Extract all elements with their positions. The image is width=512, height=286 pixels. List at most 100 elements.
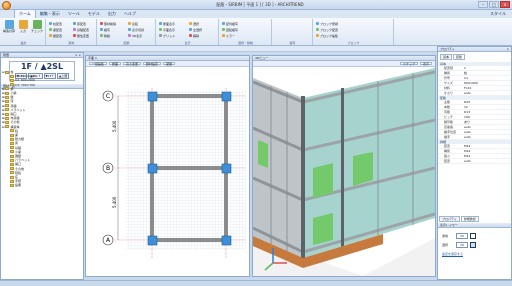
ribbon-item[interactable]: 床配置 <box>73 21 86 26</box>
ribbon-item[interactable]: 3D表示 <box>128 33 142 38</box>
bottom-tab[interactable]: 詳細確認 <box>460 216 479 222</box>
maximize-icon[interactable]: □ <box>489 1 499 8</box>
folder-icon <box>5 87 10 91</box>
tab-output[interactable]: 出力 <box>104 10 120 18</box>
folder-icon <box>5 91 10 95</box>
tab-tools[interactable]: ツール <box>64 10 84 18</box>
plan-tool-button[interactable]: 部材設定 <box>143 62 162 66</box>
ribbon-item[interactable]: 部材削除 <box>100 21 116 26</box>
grid-axis-label: C <box>106 93 110 100</box>
wall-icon <box>49 34 52 37</box>
structure-calc-button[interactable]: 構造計算 <box>3 20 15 36</box>
properties-tab[interactable]: 基本 <box>440 54 453 60</box>
section-icon <box>159 22 162 25</box>
ribbon-item[interactable]: 配列複写 <box>222 21 238 26</box>
layer-controls: 通常 70 選択 70 設定を保存する <box>442 233 506 256</box>
ribbon-item[interactable]: 反転 <box>128 21 138 26</box>
title-bar: 配筋 - SIRBIM [ 平面 1 ] [ 3D ] - ARCHITREND… <box>0 0 512 10</box>
3d-view[interactable]: 3Dビュー スナップ 表示 <box>252 55 436 277</box>
folder-icon <box>5 112 10 116</box>
property-row[interactable]: 配置 auto <box>438 159 511 164</box>
plan-tool-button[interactable]: 配筋 <box>163 62 176 66</box>
ribbon-item[interactable]: 表示切替 <box>128 27 144 32</box>
ribbon-item[interactable]: 移動 <box>100 33 110 38</box>
folder-icon <box>10 171 14 175</box>
ribbon-item[interactable]: 解除 <box>189 33 199 38</box>
beam-icon <box>49 28 52 31</box>
ribbon-group-block: ブロック登録 ブロック配置 ブロック編集 ブロック <box>314 19 394 45</box>
delete-icon <box>100 22 103 25</box>
3d-tool-button[interactable]: スナップ <box>399 62 418 66</box>
tab-help[interactable]: ヘルプ <box>120 10 140 18</box>
plan-tool-button[interactable]: 高さ変更 <box>123 62 142 66</box>
select-icon <box>189 22 192 25</box>
folder-icon <box>5 104 10 108</box>
ribbon-item[interactable]: 属性変更 <box>73 33 89 38</box>
folder-icon <box>10 167 14 171</box>
folder-icon <box>5 108 10 112</box>
input-button[interactable]: 入力 <box>17 20 29 36</box>
ribbon-item[interactable]: ブロック編集 <box>316 33 338 38</box>
minimize-icon[interactable]: – <box>478 1 488 8</box>
3d-model <box>253 68 435 276</box>
floor-icon <box>73 22 76 25</box>
folder-icon <box>10 83 14 87</box>
move-icon <box>100 34 103 37</box>
folder-icon <box>10 179 14 183</box>
close-icon[interactable]: × <box>506 47 509 52</box>
bottom-tab[interactable]: プロパティ <box>439 216 460 222</box>
tab-edit-view[interactable]: 編集・表示 <box>36 10 64 18</box>
ribbon-item[interactable]: 壁配置 <box>49 33 62 38</box>
plan-drawing: C B A 5,400 5,400 <box>102 88 246 258</box>
ribbon-item[interactable]: 基礎配置 <box>73 27 89 32</box>
block-edit-icon <box>316 34 319 37</box>
tab-home[interactable]: ホーム <box>14 9 36 18</box>
plan-toolbar: 一括編集 断面 高さ変更 部材設定 配筋 <box>86 61 249 67</box>
floor-nav-button[interactable]: ▼1F↑ <box>43 73 56 79</box>
ribbon: 構造計算 入力 チェック 設計 柱配置 梁配置 壁配置 床配置 基礎配置 属性変… <box>0 18 512 46</box>
floor-panel-header: 階層 × × <box>1 53 83 58</box>
ribbon-item[interactable]: 平面表示 <box>159 27 175 32</box>
folder-icon <box>10 78 14 82</box>
column-icon <box>49 22 52 25</box>
plan-tool-button[interactable]: 一括編集 <box>89 62 108 66</box>
ribbon-item[interactable]: 回転複写 <box>222 27 238 32</box>
properties-tabs: 基本 配筋 <box>438 52 511 62</box>
style-menu[interactable]: スタイル <box>490 11 506 17</box>
ribbon-item[interactable]: 断面表示 <box>159 21 175 26</box>
grid-icon <box>159 34 162 37</box>
folder-icon <box>5 99 10 103</box>
ribbon-item[interactable]: グリッド <box>159 33 175 38</box>
properties-tab[interactable]: 配筋 <box>453 54 466 60</box>
folder-icon <box>10 150 14 154</box>
ribbon-item[interactable]: 梁配置 <box>49 27 62 32</box>
layer-icon[interactable] <box>469 233 476 239</box>
folder-icon <box>5 95 10 99</box>
ribbon-item[interactable]: ブロック登録 <box>316 21 338 26</box>
application-menu-button[interactable] <box>2 1 11 10</box>
layer-icon[interactable] <box>469 242 476 248</box>
ribbon-group-copy: 複写 <box>273 19 313 45</box>
ribbon-item[interactable]: ブロック配置 <box>316 27 338 32</box>
save-settings-link[interactable]: 設定を保存する <box>442 252 506 256</box>
plan-tool-button[interactable]: 断面 <box>109 62 122 66</box>
3d-tool-button[interactable]: 表示 <box>419 62 432 66</box>
folder-icon <box>10 129 14 133</box>
plan-view[interactable]: 平面 1 一括編集 断面 高さ変更 部材設定 配筋 C B A 5,400 5,… <box>85 55 250 277</box>
pin-icon[interactable]: × × <box>75 53 81 58</box>
tree-item[interactable]: 設備 <box>2 183 35 187</box>
plan-icon <box>159 28 162 31</box>
ribbon-item[interactable]: 選択 <box>189 21 199 26</box>
ribbon-item[interactable]: 全選択 <box>189 27 202 32</box>
opacity-input[interactable]: 70 <box>456 242 468 248</box>
check-button[interactable]: チェック <box>31 20 43 36</box>
close-icon[interactable]: × <box>500 1 510 8</box>
dimension-label: 5,400 <box>112 196 117 208</box>
ribbon-item[interactable]: ミラー <box>222 33 235 38</box>
ribbon-item[interactable]: 柱配置 <box>49 21 62 26</box>
ribbon-item[interactable]: 複写 <box>100 27 110 32</box>
tab-model[interactable]: モデル <box>84 10 104 18</box>
opacity-input[interactable]: 70 <box>456 233 468 239</box>
ribbon-group-select-move: 配列複写 回転複写 ミラー 選択・移動 <box>220 19 272 45</box>
floor-nav-button[interactable]: ▲上層 <box>56 73 70 79</box>
